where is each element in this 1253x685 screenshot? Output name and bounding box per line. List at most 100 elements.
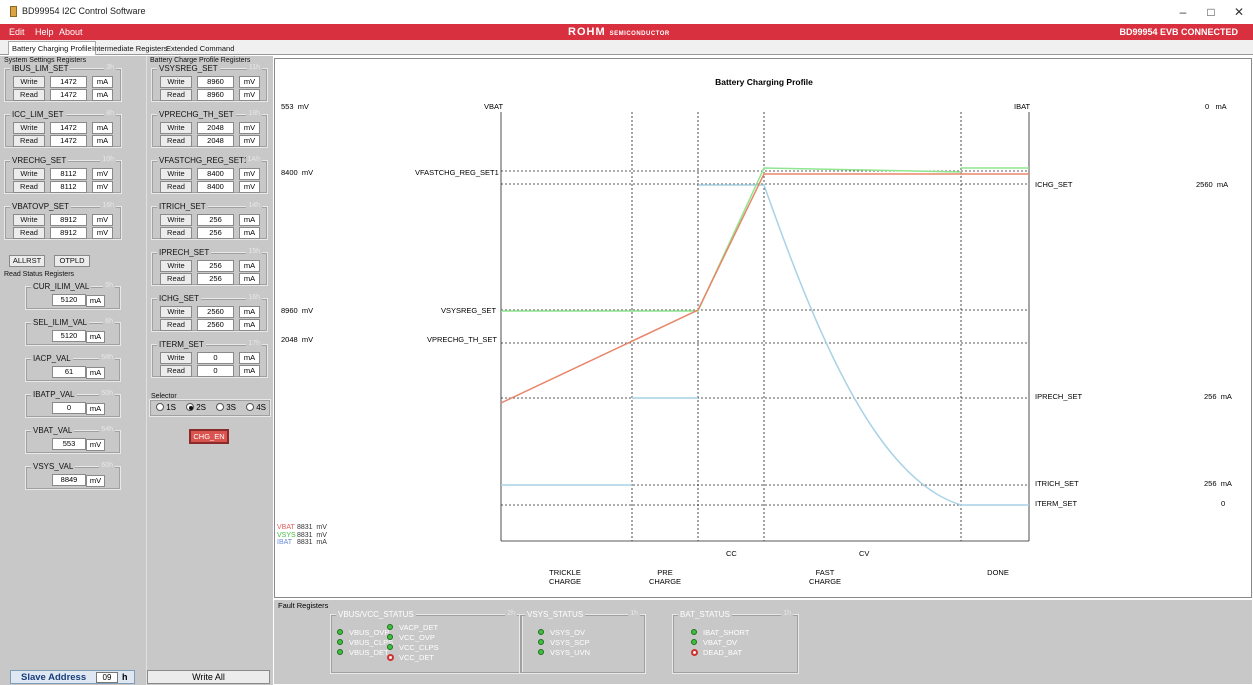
tab-intermediate-registers[interactable]: Intermediate Registers (89, 42, 170, 55)
write-value-field[interactable]: 256 (197, 260, 234, 272)
chart-title: Battery Charging Profile (715, 77, 813, 87)
status-led-icon (691, 639, 697, 645)
register-name: ITRICH_SET (157, 202, 208, 211)
menu-help[interactable]: Help (35, 27, 54, 37)
write-value-field[interactable]: 8400 (197, 168, 234, 180)
middle-panel: Battery Charge Profile Registers VSYSREG… (146, 56, 273, 685)
menu-about[interactable]: About (59, 27, 83, 37)
write-button[interactable]: Write (160, 306, 192, 318)
register-address: 54h (99, 426, 115, 433)
read-button[interactable]: Read (160, 365, 192, 377)
left-panel: System Settings Registers IBUS_LIM_SET 3h… (0, 56, 146, 685)
read-value-field: 1472 (50, 89, 87, 101)
tab-battery-charging-profile[interactable]: Battery Charging Profile (8, 41, 96, 55)
register-group-vfastchg-reg-set1: VFASTCHG_REG_SET1 1Ah Write 8400 mV Read 8400 m… (151, 156, 268, 194)
register-name: VRECHG_SET (10, 156, 69, 165)
read-status-title: Read Status Registers (4, 271, 75, 278)
write-button[interactable]: Write (160, 76, 192, 88)
unit-label: mA (239, 319, 260, 331)
write-button[interactable]: Write (160, 260, 192, 272)
iterm-set-label: ITERM_SET (1035, 499, 1078, 508)
menu-bar: Edit Help About ROHM SEMICONDUCTOR BD999… (0, 24, 1253, 40)
write-button[interactable]: Write (13, 122, 45, 134)
unit-label: mV (239, 181, 260, 193)
write-all-button[interactable]: Write All (147, 670, 270, 684)
ibat-axis-label: IBAT (1014, 102, 1031, 111)
register-name: ICHG_SET (157, 294, 202, 303)
write-value-field[interactable]: 8960 (197, 76, 234, 88)
write-button[interactable]: Write (160, 352, 192, 364)
write-button[interactable]: Write (13, 168, 45, 180)
read-button[interactable]: Read (160, 89, 192, 101)
status-led-icon (337, 629, 343, 635)
close-button[interactable]: ✕ (1224, 2, 1253, 22)
vfastchg-reg-set1-label: VFASTCHG_REG_SET1 (415, 168, 499, 177)
allrst-button[interactable]: ALLRST (9, 255, 45, 267)
read-button[interactable]: Read (160, 135, 192, 147)
unit-label: mV (239, 122, 260, 134)
status-led-icon (337, 639, 343, 645)
app-icon (10, 6, 17, 17)
selector-option-1s[interactable]: 1S (156, 403, 176, 412)
read-button[interactable]: Read (160, 227, 192, 239)
read-button[interactable]: Read (13, 227, 45, 239)
connection-status: BD99954 EVB CONNECTED (1119, 27, 1238, 37)
read-button[interactable]: Read (160, 181, 192, 193)
minimize-button[interactable]: – (1168, 2, 1198, 22)
register-name: VBATOVP_SET (10, 202, 72, 211)
vbat-axis-label: VBAT (484, 102, 504, 111)
slave-address-input[interactable]: 09 (96, 672, 118, 683)
unit-label: mA (86, 403, 105, 415)
register-group-icc-lim-set: ICC_LIM_SET 8h Write 1472 mA Read 1472 mA (4, 110, 122, 148)
ibat-curve (501, 184, 1029, 506)
write-button[interactable]: Write (160, 122, 192, 134)
read-value-field: 8112 (50, 181, 87, 193)
read-button[interactable]: Read (160, 273, 192, 285)
menu-edit[interactable]: Edit (9, 27, 25, 37)
write-value-field[interactable]: 2048 (197, 122, 234, 134)
fault-flag-vcc-det: VCC_DET (399, 653, 435, 662)
selector-option-4s[interactable]: 4S (246, 403, 266, 412)
read-value-field: 1472 (50, 135, 87, 147)
write-button[interactable]: Write (13, 214, 45, 226)
unit-label: mV (92, 181, 113, 193)
write-button[interactable]: Write (160, 214, 192, 226)
selector-option-3s[interactable]: 3S (216, 403, 236, 412)
selector-option-2s[interactable]: 2S (186, 403, 206, 412)
register-address: 10h (100, 156, 116, 163)
unit-label: mV (239, 89, 260, 101)
status-led-icon (538, 629, 544, 635)
status-led-icon (387, 624, 393, 630)
read-value-field: 8400 (197, 181, 234, 193)
window-title: BD99954 I2C Control Software (22, 6, 146, 16)
read-button[interactable]: Read (13, 135, 45, 147)
write-value-field[interactable]: 8112 (50, 168, 87, 180)
fault-flag-vbat-ov: VBAT_OV (703, 638, 738, 647)
maximize-button[interactable]: □ (1196, 2, 1226, 22)
write-value-field[interactable]: 0 (197, 352, 234, 364)
fault-group-name: VSYS_STATUS (525, 610, 586, 619)
write-value-field[interactable]: 1472 (50, 76, 87, 88)
write-value-field[interactable]: 8912 (50, 214, 87, 226)
chart-guides (501, 112, 1029, 541)
phase-done: DONE (987, 568, 1009, 577)
read-button[interactable]: Read (160, 319, 192, 331)
tab-extended-command[interactable]: Extended Command (163, 42, 237, 55)
write-value-field[interactable]: 256 (197, 214, 234, 226)
vbat-readout: 553 mV (281, 102, 309, 111)
status-led-icon (691, 649, 698, 656)
read-button[interactable]: Read (13, 89, 45, 101)
write-value-field[interactable]: 2560 (197, 306, 234, 318)
fault-flag-vsys-uvn: VSYS_UVN (550, 648, 591, 657)
otpld-button[interactable]: OTPLD (54, 255, 90, 267)
chg-en-button[interactable]: CHG_EN (189, 429, 229, 444)
write-button[interactable]: Write (160, 168, 192, 180)
register-address: 15h (246, 248, 262, 255)
register-address: 8h (104, 110, 116, 117)
write-button[interactable]: Write (13, 76, 45, 88)
unit-label: mA (239, 352, 260, 364)
unit-label: mA (239, 260, 260, 272)
unit-label: mA (92, 135, 113, 147)
write-value-field[interactable]: 1472 (50, 122, 87, 134)
read-button[interactable]: Read (13, 181, 45, 193)
